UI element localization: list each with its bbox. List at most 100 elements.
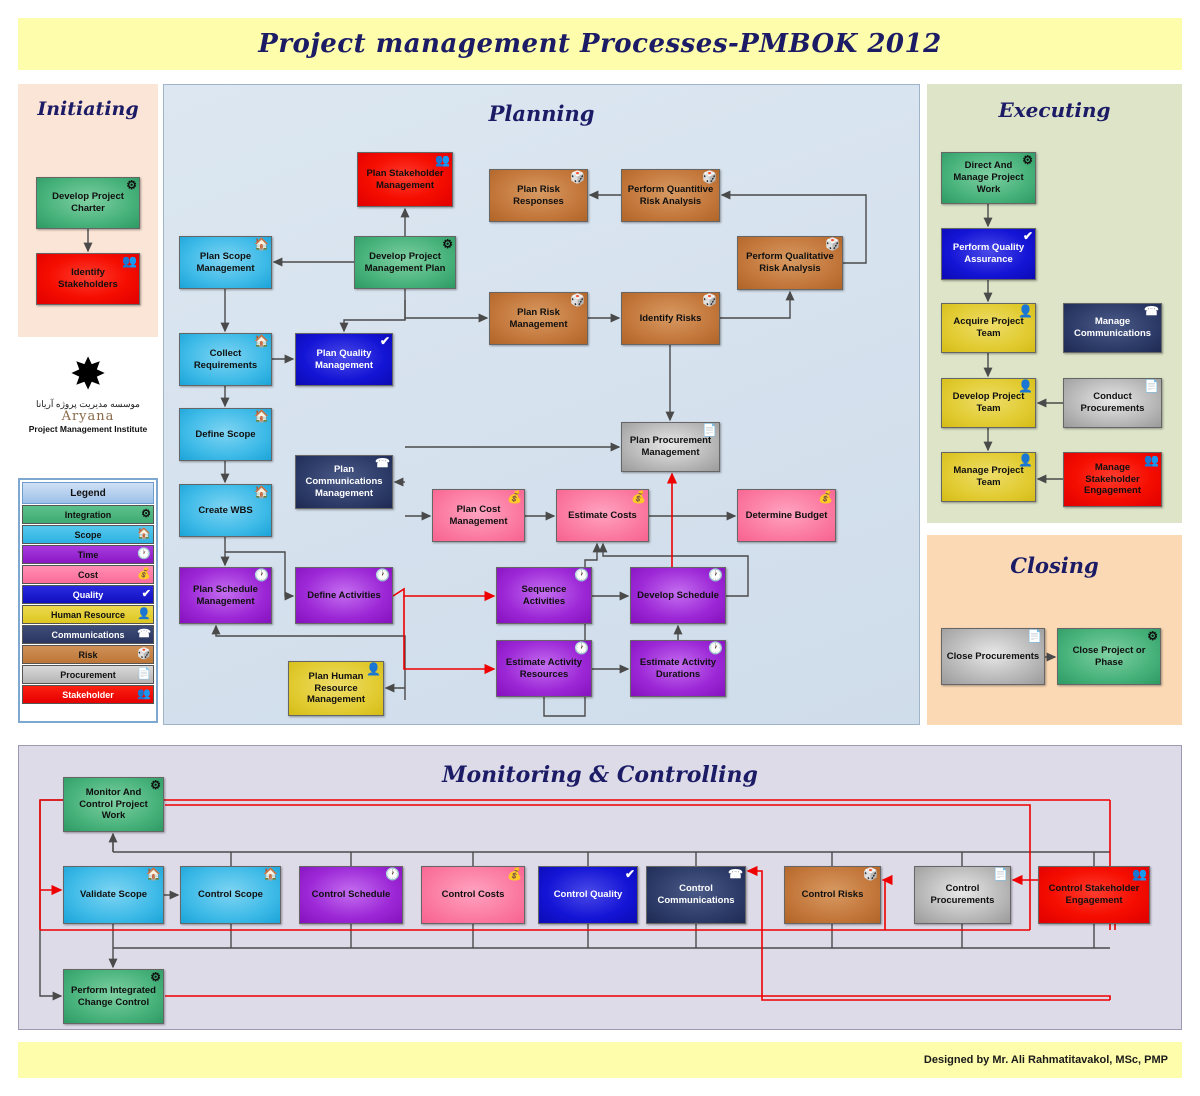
process-label: Close Procurements bbox=[946, 650, 1040, 662]
process-plan-procurement-management[interactable]: Plan Procurement Management 📄 bbox=[621, 422, 720, 472]
process-control-communications[interactable]: Control Communications ☎ bbox=[646, 866, 746, 924]
process-plan-quality-management[interactable]: Plan Quality Management ✔ bbox=[295, 333, 393, 386]
clock-icon: 🕐 bbox=[254, 568, 269, 582]
legend-item-label: Procurement bbox=[60, 669, 116, 680]
checkmark-icon: ✔ bbox=[141, 588, 151, 600]
legend-item-label: Communications bbox=[51, 629, 125, 640]
people-icon: 👥 bbox=[137, 688, 151, 700]
process-plan-communications-management[interactable]: Plan Communications Management ☎ bbox=[295, 455, 393, 509]
process-label: Conduct Procurements bbox=[1080, 391, 1145, 414]
process-direct-and-manage-project-work[interactable]: Direct And Manage Project Work ⚙ bbox=[941, 152, 1036, 204]
process-validate-scope[interactable]: Validate Scope 🏠 bbox=[63, 866, 164, 924]
process-label: Plan Risk Management bbox=[509, 306, 568, 330]
process-perform-qualitative-risk-analysis[interactable]: Perform Qualitative Risk Analysis 🎲 bbox=[737, 236, 843, 290]
legend: Legend Integration ⚙ Scope 🏠 Time 🕐 Cost 💰 Quali… bbox=[18, 478, 158, 723]
process-create-wbs[interactable]: Create WBS 🏠 bbox=[179, 484, 272, 537]
process-manage-stakeholder-engagement[interactable]: Manage Stakeholder Engagement 👥 bbox=[1063, 452, 1162, 507]
clock-icon: 🕐 bbox=[574, 641, 589, 655]
process-label: Manage Stakeholder Engagement bbox=[1083, 461, 1141, 497]
process-plan-cost-management[interactable]: Plan Cost Management 💰 bbox=[432, 489, 525, 542]
process-control-stakeholder-engagement[interactable]: Control Stakeholder Engagement 👥 bbox=[1038, 866, 1150, 924]
process-label: Control Risks bbox=[801, 889, 864, 901]
process-perform-quality-assurance[interactable]: Perform Quality Assurance ✔ bbox=[941, 228, 1036, 280]
process-label: Control Stakeholder Engagement bbox=[1048, 883, 1140, 906]
process-conduct-procurements[interactable]: Conduct Procurements 📄 bbox=[1063, 378, 1162, 428]
process-manage-communications[interactable]: Manage Communications ☎ bbox=[1063, 303, 1162, 353]
process-estimate-costs[interactable]: Estimate Costs 💰 bbox=[556, 489, 649, 542]
gears-icon: ⚙ bbox=[126, 178, 137, 192]
process-label: Control Procurements bbox=[930, 883, 995, 906]
legend-item-label: Cost bbox=[78, 569, 98, 580]
process-label: Identify Stakeholders bbox=[58, 267, 118, 290]
process-label: Develop Project Charter bbox=[52, 191, 124, 214]
process-close-project-or-phase[interactable]: Close Project or Phase ⚙ bbox=[1057, 628, 1161, 685]
process-close-procurements[interactable]: Close Procurements 📄 bbox=[941, 628, 1045, 685]
process-acquire-project-team[interactable]: Acquire Project Team 👤 bbox=[941, 303, 1036, 353]
people-icon: 👥 bbox=[1132, 867, 1147, 881]
people-icon: 👥 bbox=[435, 153, 450, 167]
process-label: Control Quality bbox=[553, 889, 623, 901]
clock-icon: 🕐 bbox=[708, 568, 723, 582]
process-label: Plan Schedule Management bbox=[193, 583, 258, 607]
process-estimate-activity-durations[interactable]: Estimate Activity Durations 🕐 bbox=[630, 640, 726, 697]
legend-item-label: Quality bbox=[72, 589, 104, 600]
house-icon: 🏠 bbox=[263, 867, 278, 881]
process-control-procurements[interactable]: Control Procurements 📄 bbox=[914, 866, 1011, 924]
process-identify-risks[interactable]: Identify Risks 🎲 bbox=[621, 292, 720, 345]
process-control-quality[interactable]: Control Quality ✔ bbox=[538, 866, 638, 924]
process-label: Develop Schedule bbox=[637, 589, 719, 601]
process-label: Plan Stakeholder Management bbox=[366, 167, 444, 191]
people-icon: 👥 bbox=[122, 254, 137, 268]
process-collect-requirements[interactable]: Collect Requirements 🏠 bbox=[179, 333, 272, 386]
process-define-scope[interactable]: Define Scope 🏠 bbox=[179, 408, 272, 461]
process-label: Identify Risks bbox=[639, 312, 702, 324]
process-monitor-and-control-project-work[interactable]: Monitor And Control Project Work ⚙ bbox=[63, 777, 164, 832]
telephone-icon: ☎ bbox=[137, 628, 151, 640]
process-develop-project-team[interactable]: Develop Project Team 👤 bbox=[941, 378, 1036, 428]
process-perform-quantitive-risk-analysis[interactable]: Perform Quantitive Risk Analysis 🎲 bbox=[621, 169, 720, 222]
process-control-schedule[interactable]: Control Schedule 🕐 bbox=[299, 866, 403, 924]
coins-icon: 💰 bbox=[631, 490, 646, 504]
dice-icon: 🎲 bbox=[702, 170, 717, 184]
legend-item-label: Time bbox=[77, 549, 99, 560]
process-develop-project-charter[interactable]: Develop Project Charter ⚙ bbox=[36, 177, 140, 229]
process-perform-integrated-change-control[interactable]: Perform Integrated Change Control ⚙ bbox=[63, 969, 164, 1024]
process-control-risks[interactable]: Control Risks 🎲 bbox=[784, 866, 881, 924]
process-identify-stakeholders[interactable]: Identify Stakeholders 👥 bbox=[36, 253, 140, 305]
process-label: Acquire Project Team bbox=[953, 316, 1024, 339]
process-plan-stakeholder-management[interactable]: Plan Stakeholder Management 👥 bbox=[357, 152, 453, 207]
process-label: Perform Quantitive Risk Analysis bbox=[627, 183, 714, 207]
process-determine-budget[interactable]: Determine Budget 💰 bbox=[737, 489, 836, 542]
clock-icon: 🕐 bbox=[574, 568, 589, 582]
dice-icon: 🎲 bbox=[137, 648, 151, 660]
legend-item-label: Integration bbox=[64, 509, 112, 520]
process-label: Estimate Activity Resources bbox=[505, 656, 583, 680]
process-estimate-activity-resources[interactable]: Estimate Activity Resources 🕐 bbox=[496, 640, 592, 697]
process-label: Estimate Activity Durations bbox=[639, 656, 717, 680]
designer-credit: Designed by Mr. Ali Rahmatitavakol, MSc,… bbox=[923, 1054, 1168, 1066]
process-control-costs[interactable]: Control Costs 💰 bbox=[421, 866, 525, 924]
process-label: Plan Procurement Management bbox=[629, 435, 712, 458]
process-label: Sequence Activities bbox=[521, 583, 567, 607]
process-label: Collect Requirements bbox=[193, 347, 258, 371]
legend-item-scope: Scope 🏠 bbox=[22, 525, 154, 544]
process-plan-risk-management[interactable]: Plan Risk Management 🎲 bbox=[489, 292, 588, 345]
process-plan-scope-management[interactable]: Plan Scope Management 🏠 bbox=[179, 236, 272, 289]
process-develop-project-management-plan[interactable]: Develop Project Management Plan ⚙ bbox=[354, 236, 456, 289]
dice-icon: 🎲 bbox=[570, 293, 585, 307]
process-control-scope[interactable]: Control Scope 🏠 bbox=[180, 866, 281, 924]
process-plan-risk-responses[interactable]: Plan Risk Responses 🎲 bbox=[489, 169, 588, 222]
process-label: Control Costs bbox=[441, 889, 505, 901]
process-define-activities[interactable]: Define Activities 🕐 bbox=[295, 567, 393, 624]
process-sequence-activities[interactable]: Sequence Activities 🕐 bbox=[496, 567, 592, 624]
process-label: Manage Communications bbox=[1073, 316, 1152, 339]
process-plan-human-resource-management[interactable]: Plan Human Resource Management 👤 bbox=[288, 661, 384, 716]
process-label: Monitor And Control Project Work bbox=[79, 786, 148, 822]
legend-item-cost: Cost 💰 bbox=[22, 565, 154, 584]
process-develop-schedule[interactable]: Develop Schedule 🕐 bbox=[630, 567, 726, 624]
legend-rows: Integration ⚙ Scope 🏠 Time 🕐 Cost 💰 Quality ✔ Huma… bbox=[22, 505, 154, 704]
house-icon: 🏠 bbox=[254, 409, 269, 423]
process-plan-schedule-management[interactable]: Plan Schedule Management 🕐 bbox=[179, 567, 272, 624]
legend-item-label: Human Resource bbox=[50, 609, 126, 620]
process-manage-project-team[interactable]: Manage Project Team 👤 bbox=[941, 452, 1036, 502]
